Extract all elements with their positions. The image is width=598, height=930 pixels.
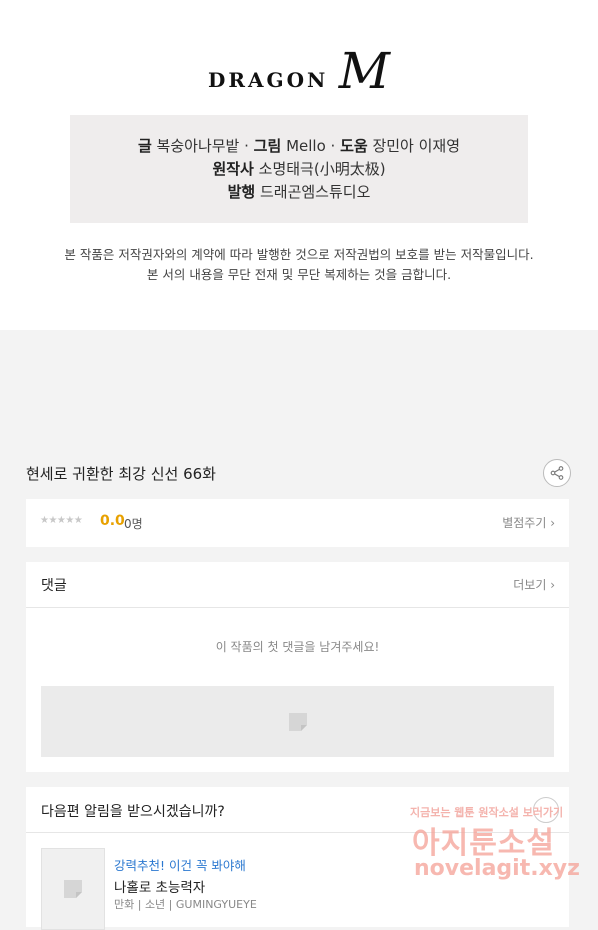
comments-header: 댓글 더보기 › bbox=[26, 562, 569, 608]
rating-count: 0명 bbox=[124, 517, 143, 531]
rating-stars-icon: ★★★★★ bbox=[40, 515, 83, 526]
episode-title-row: 현세로 귀환한 최강 신선 66화 bbox=[26, 459, 572, 489]
notice-line-1: 본 작품은 저작권자와의 계약에 따라 발행한 것으로 저작권법의 보호를 받는… bbox=[64, 247, 534, 262]
credit-line-original: 원작사 소명태극(小明太极) bbox=[212, 158, 385, 181]
share-button[interactable] bbox=[543, 459, 571, 487]
assistant-value: 장민아 이재영 bbox=[372, 136, 461, 155]
credit-box: 글 복숭아나무밭 · 그림 Mello · 도움 장민아 이재영 원작사 소명태… bbox=[70, 115, 528, 223]
writer-label: 글 bbox=[137, 136, 152, 155]
share-icon bbox=[550, 466, 564, 480]
writer-value: 복숭아나무밭 bbox=[156, 136, 240, 155]
credits-section: DRAGON M 글 복숭아나무밭 · 그림 Mello · 도움 장민아 이재… bbox=[0, 0, 598, 330]
separator: · bbox=[325, 136, 341, 155]
publisher-label: 발행 bbox=[227, 182, 256, 201]
rating-card: ★★★★★ 0.0 0명 별점주기 › bbox=[26, 499, 569, 547]
artist-value: Mello bbox=[286, 136, 326, 155]
assistant-label: 도움 bbox=[340, 136, 368, 155]
recommend-thumbnail[interactable] bbox=[41, 848, 105, 930]
logo-mark: M bbox=[338, 42, 390, 100]
recommend-tag[interactable]: 강력추천! 이건 꼭 봐야해 bbox=[114, 855, 246, 874]
original-value: 소명태극(小明太极) bbox=[258, 159, 386, 178]
separator: · bbox=[239, 136, 254, 155]
dragon-m-logo: DRAGON M bbox=[208, 46, 390, 98]
notice-line-2: 본 서의 내용을 무단 전재 및 무단 복제하는 것을 금합니다. bbox=[146, 267, 452, 282]
image-placeholder-icon bbox=[64, 880, 82, 898]
artist-label: 그림 bbox=[253, 136, 282, 155]
copyright-notice: 본 작품은 저작권자와의 계약에 따라 발행한 것으로 저작권법의 보호를 받는… bbox=[0, 245, 598, 285]
notify-title: 다음편 알림을 받으시겠습니까? bbox=[41, 804, 225, 820]
site-watermark: 지금보는 웹툰 원작소설 보러가기 아지툰소설 novelagit.xyz bbox=[408, 800, 588, 892]
original-label: 원작사 bbox=[212, 159, 254, 178]
comment-input-box[interactable] bbox=[41, 686, 554, 757]
comments-card: 댓글 더보기 › 이 작품의 첫 댓글을 남겨주세요! bbox=[26, 562, 569, 772]
credit-line-creators: 글 복숭아나무밭 · 그림 Mello · 도움 장민아 이재영 bbox=[138, 135, 460, 158]
credit-line-publisher: 발행 드래곤엠스튜디오 bbox=[228, 181, 371, 204]
comments-title: 댓글 bbox=[41, 578, 67, 594]
episode-title: 현세로 귀환한 최강 신선 66화 bbox=[26, 465, 216, 483]
comments-more-link[interactable]: 더보기 › bbox=[513, 576, 555, 593]
watermark-url: novelagit.xyz bbox=[414, 856, 580, 881]
publisher-value: 드래곤엠스튜디오 bbox=[259, 182, 371, 201]
recommend-title[interactable]: 나홀로 초능력자 bbox=[114, 876, 205, 896]
image-placeholder-icon bbox=[288, 712, 307, 731]
rate-button[interactable]: 별점주기 › bbox=[502, 514, 555, 531]
logo-text: DRAGON bbox=[208, 68, 329, 92]
comments-empty-message: 이 작품의 첫 댓글을 남겨주세요! bbox=[215, 640, 380, 654]
rating-score: 0.0 bbox=[100, 513, 125, 529]
recommend-meta: 만화 | 소년 | GUMINGYUEYE bbox=[114, 898, 257, 911]
